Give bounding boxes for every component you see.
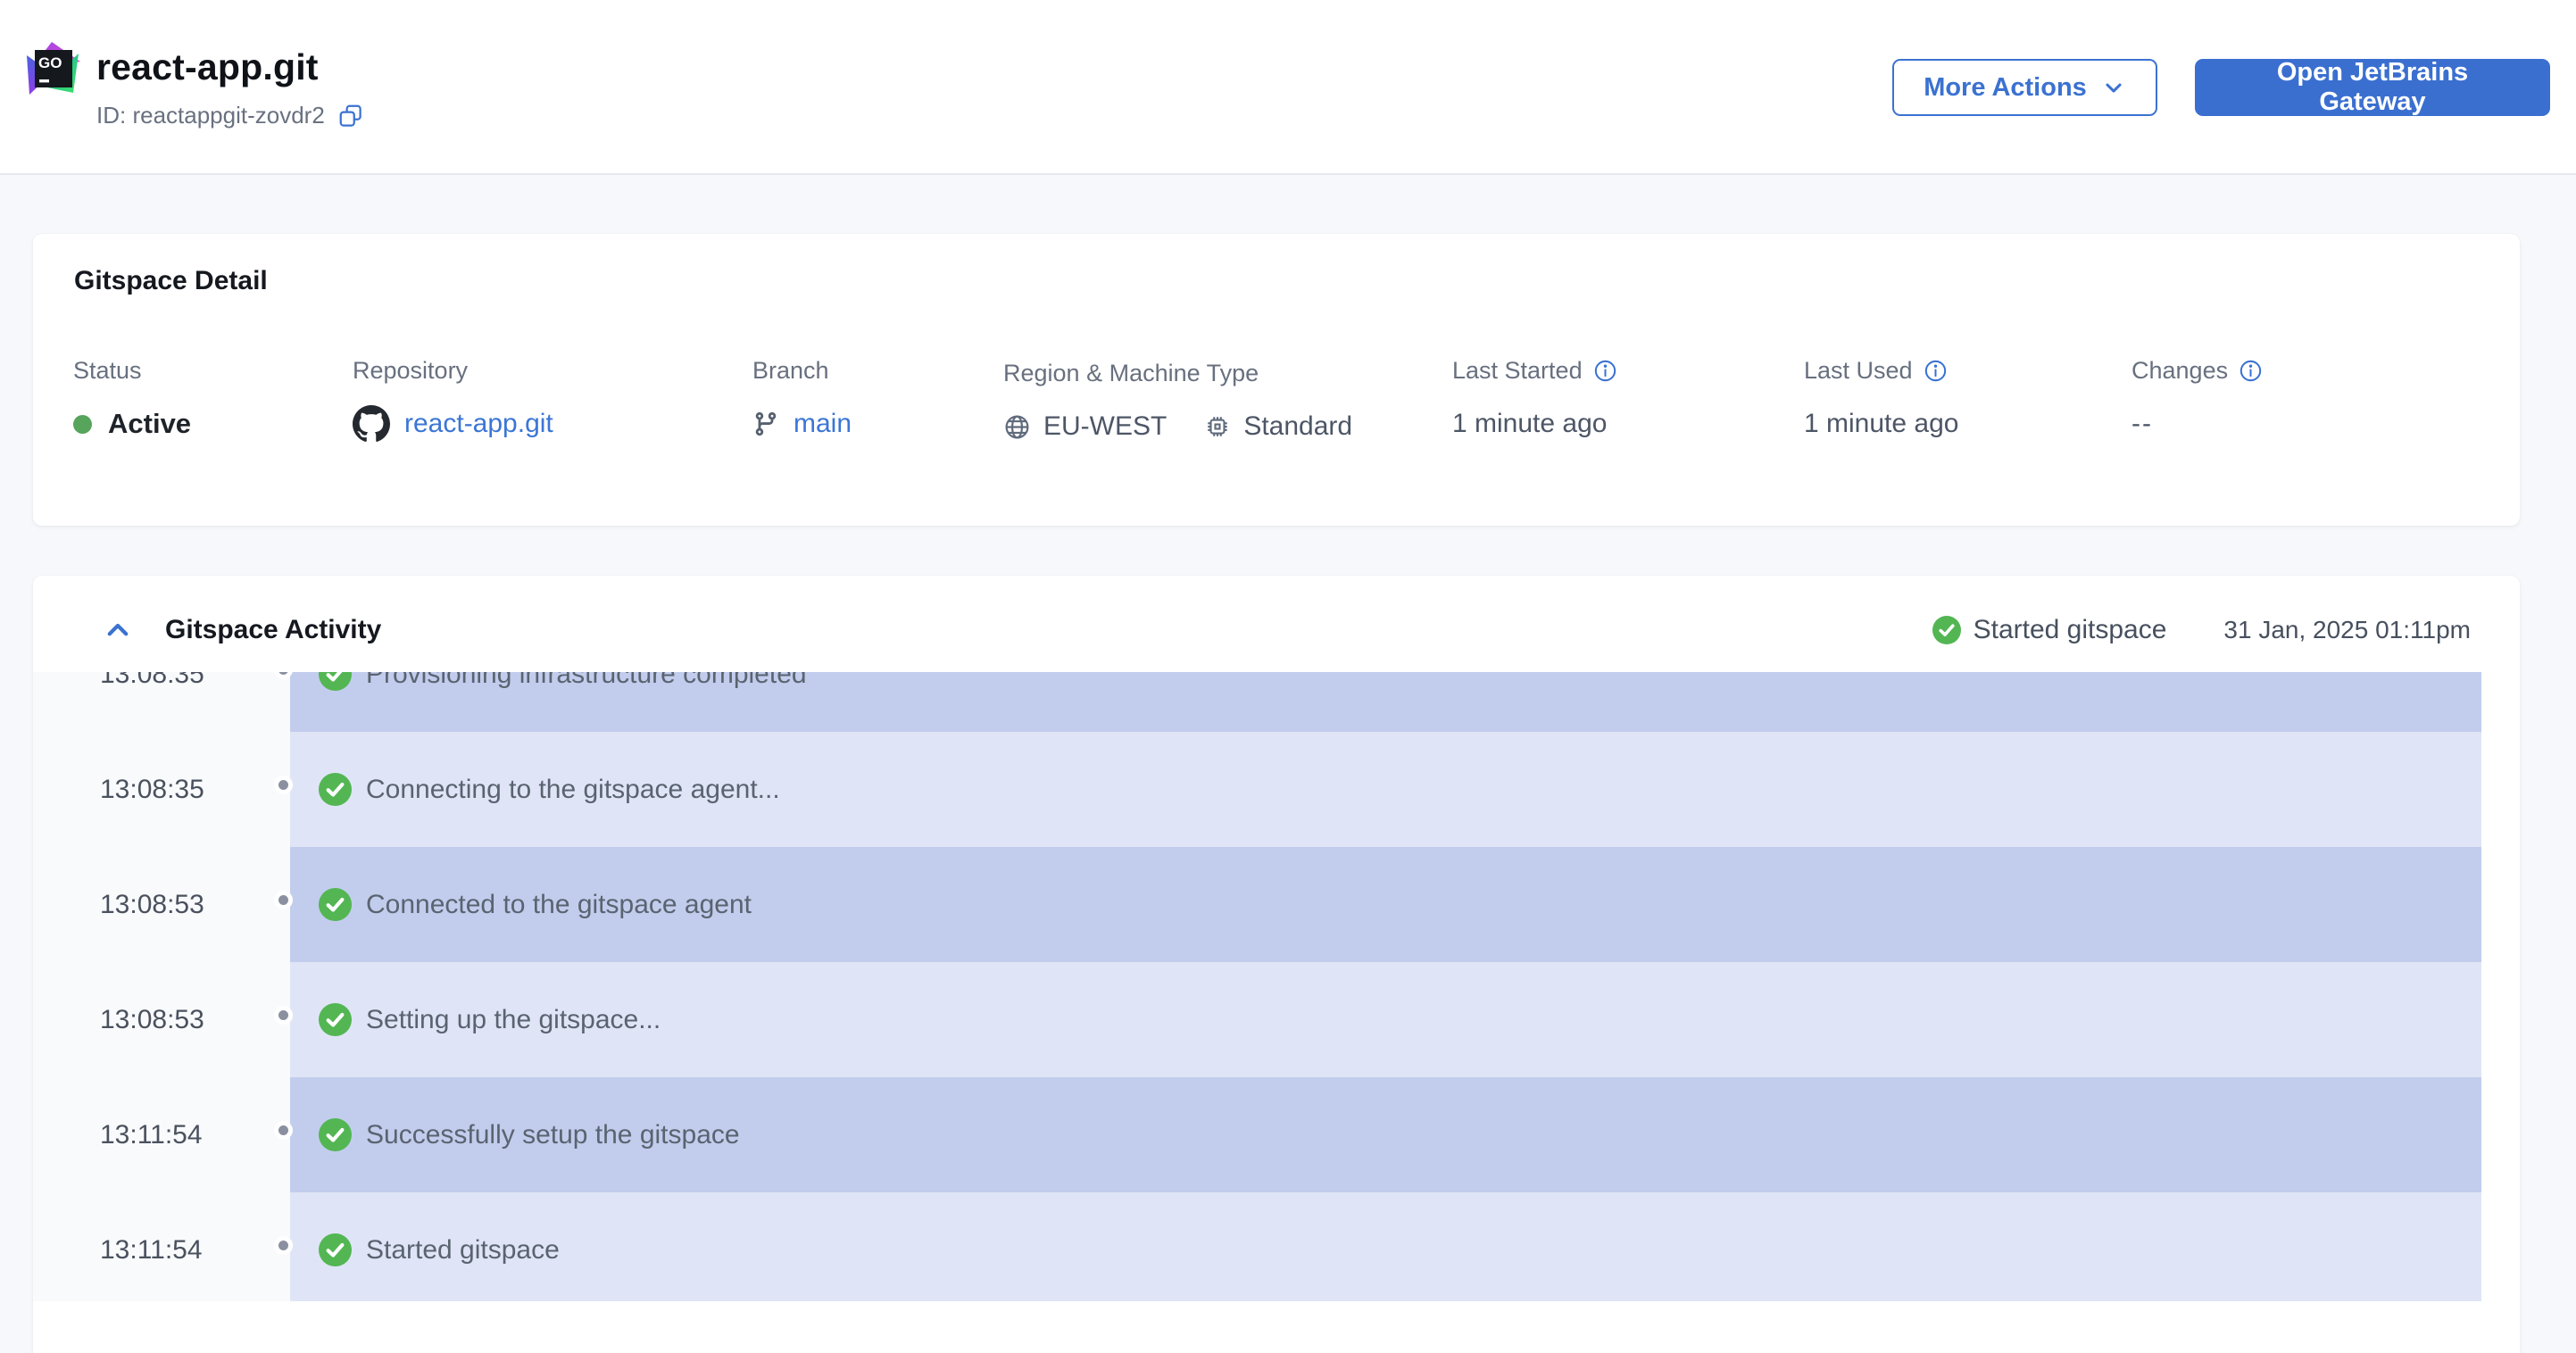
timeline-dot [274,1005,293,1025]
gitspace-detail-card: Gitspace Detail Status Active Repository… [33,234,2520,526]
field-repository: Repository react-app.git [353,357,553,444]
detail-card-title: Gitspace Detail [74,266,268,295]
cpu-icon [1204,413,1231,440]
log-message: Provisioning infrastructure completed [366,672,807,689]
log-message: Connected to the gitspace agent [366,889,752,919]
machine-group: Standard [1204,411,1352,442]
gitspace-id-label: ID: reactappgit-zovdr2 [96,102,325,129]
info-icon[interactable] [1593,359,1617,383]
timeline-dot [274,1235,293,1255]
status-label: Status [73,357,142,384]
log-message: Successfully setup the gitspace [366,1119,740,1150]
log-message: Connecting to the gitspace agent... [366,774,780,804]
region-value: EU-WEST [1043,411,1168,441]
check-circle-icon [319,888,352,921]
git-branch-icon [752,411,779,437]
field-last-used: Last Used 1 minute ago [1804,357,1958,444]
open-jetbrains-gateway-button[interactable]: Open JetBrains Gateway [2195,58,2550,116]
last-used-value: 1 minute ago [1804,409,1959,438]
goland-logo-icon: GO [27,42,80,95]
gitspace-activity-card: Gitspace Activity Started gitspace 31 Ja… [33,576,2520,1353]
page-title: react-app.git [96,46,319,87]
svg-text:GO: GO [38,54,62,71]
log-message: Setting up the gitspace... [366,1004,661,1034]
region-machine-label: Region & Machine Type [1003,360,1259,386]
header-actions: More Actions Open JetBrains Gateway [1892,58,2550,116]
region-group: EU-WEST [1003,411,1167,442]
chevron-up-icon[interactable] [103,615,133,645]
activity-card-title: Gitspace Activity [165,615,382,644]
more-actions-label: More Actions [1924,72,2087,102]
check-circle-icon [319,672,352,691]
check-circle-icon [319,1118,352,1151]
activity-latest-status: Started gitspace [1932,615,2167,645]
log-message: Started gitspace [366,1234,560,1265]
log-row: 13:11:54 Successfully setup the gitspace [33,1077,2520,1192]
activity-header: Gitspace Activity Started gitspace 31 Ja… [33,576,2520,672]
chevron-down-icon [2106,83,2122,93]
status-value: Active [108,408,192,439]
more-actions-button[interactable]: More Actions [1892,59,2157,116]
check-circle-icon [1932,616,1961,644]
timeline-dot [274,672,293,679]
branch-link[interactable]: main [794,409,852,439]
repository-label: Repository [353,357,469,384]
field-last-started: Last Started 1 minute ago [1452,357,1617,444]
log-time: 13:11:54 [100,1119,203,1150]
log-row: 13:08:35 Provisioning infrastructure com… [33,672,2520,732]
log-row: 13:08:35 Connecting to the gitspace agen… [33,732,2520,847]
check-circle-icon [319,1003,352,1036]
gitspace-id-row: ID: reactappgit-zovdr2 [96,102,364,129]
changes-label: Changes [2131,357,2229,384]
timeline-dot [274,775,293,794]
repository-link[interactable]: react-app.git [404,409,553,439]
activity-timestamp: 31 Jan, 2025 01:11pm [2223,616,2471,643]
log-time: 13:08:53 [100,889,204,919]
log-row: 13:08:53 Connected to the gitspace agent [33,847,2520,962]
copy-icon[interactable] [337,103,364,129]
log-row: 13:08:53 Setting up the gitspace... [33,962,2520,1077]
info-icon[interactable] [1924,359,1948,383]
log-row: 13:11:54 Started gitspace [33,1192,2520,1301]
activity-log-list: 13:08:35 Provisioning infrastructure com… [33,672,2520,1301]
timeline-dot [274,1120,293,1140]
changes-value: -- [2131,409,2153,438]
machine-type-value: Standard [1243,411,1353,441]
last-started-value: 1 minute ago [1452,409,1608,438]
field-region-machine: Region & Machine Type EU-WEST Standard [1003,360,1352,446]
info-icon[interactable] [2239,359,2263,383]
activity-log-viewport[interactable]: 13:08:35 Provisioning infrastructure com… [33,672,2520,1301]
field-status: Status Active [73,357,191,444]
check-circle-icon [319,773,352,806]
gitspace-detail-page: GO react-app.git ID: reactappgit-zovdr2 … [0,0,2576,1353]
last-started-label: Last Started [1452,357,1583,384]
timeline-dot [274,890,293,909]
last-used-label: Last Used [1804,357,1913,384]
page-header: GO react-app.git ID: reactappgit-zovdr2 … [0,0,2576,175]
log-time: 13:11:54 [100,1234,203,1265]
log-time: 13:08:35 [100,672,204,689]
branch-label: Branch [752,357,829,384]
activity-status-text: Started gitspace [1973,615,2167,644]
globe-icon [1003,413,1031,441]
log-time: 13:08:35 [100,774,204,804]
field-branch: Branch main [752,357,852,444]
field-changes: Changes -- [2131,357,2263,444]
check-circle-icon [319,1233,352,1266]
log-time: 13:08:53 [100,1004,204,1034]
status-active-dot [73,414,92,434]
github-icon [353,405,390,443]
